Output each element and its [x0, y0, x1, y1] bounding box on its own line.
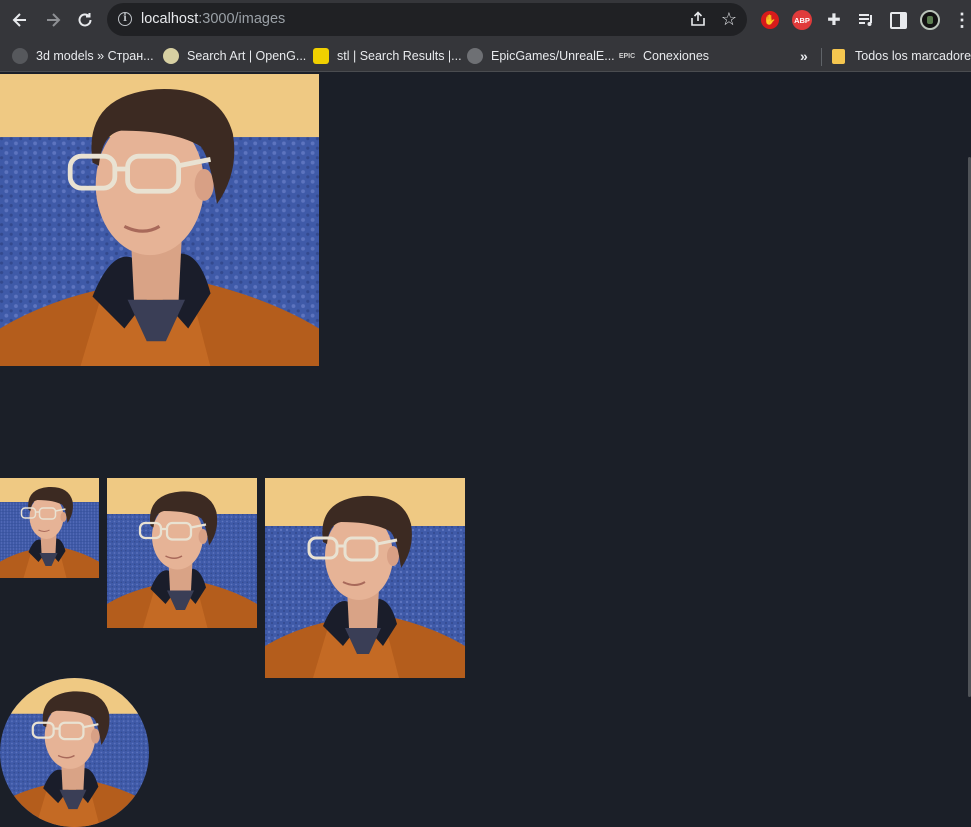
profile-avatar-icon[interactable] [919, 9, 941, 31]
all-bookmarks-folder[interactable]: Todos los marcadores [832, 46, 971, 66]
address-bar[interactable]: i localhost:3000/images ☆ [107, 3, 747, 36]
bookmark-label: Conexiones [643, 49, 710, 63]
epic-games-icon: EPIC [618, 52, 636, 60]
share-icon[interactable] [689, 10, 707, 28]
reload-icon[interactable] [73, 8, 97, 32]
bookmark-epicgames-github[interactable]: EpicGames/UnrealE... [467, 46, 615, 66]
site-info-icon[interactable]: i [118, 12, 132, 26]
menu-kebab-icon[interactable]: ⋮ [951, 9, 971, 31]
stop-hand-extension-icon[interactable]: ✋ [759, 9, 781, 31]
browser-toolbar: i localhost:3000/images ☆ ✋ ABP ✚ ⋮ [0, 0, 971, 40]
bookmark-label: EpicGames/UnrealE... [491, 49, 615, 63]
github-icon [467, 48, 483, 64]
extensions-puzzle-icon[interactable]: ✚ [823, 9, 845, 31]
large-photo [265, 478, 465, 678]
forward-arrow-icon[interactable] [41, 8, 65, 32]
round-photo [0, 678, 149, 827]
bookmarks-bar: 3d models » Стран... Search Art | OpenG.… [0, 40, 971, 72]
url-path: :3000/images [198, 11, 286, 27]
thingiverse-icon [313, 48, 329, 64]
back-arrow-icon[interactable] [8, 8, 32, 32]
bookmark-label: 3d models » Стран... [36, 49, 154, 63]
bookmark-search-art[interactable]: Search Art | OpenG... [163, 46, 306, 66]
medium-photo [107, 478, 257, 628]
bookmark-3d-models[interactable]: 3d models » Стран... [12, 46, 154, 66]
media-control-icon[interactable] [855, 9, 877, 31]
all-bookmarks-label: Todos los marcadores [855, 49, 971, 63]
globe-icon [12, 48, 28, 64]
url-text[interactable]: localhost:3000/images [141, 11, 285, 27]
small-photo [0, 478, 99, 578]
bookmark-stl-search[interactable]: stl | Search Results |... [313, 46, 462, 66]
bookmark-label: Search Art | OpenG... [187, 49, 307, 63]
hero-photo [0, 74, 319, 366]
bookmarks-divider [821, 48, 822, 66]
folder-icon [832, 48, 845, 64]
bookmark-conexiones[interactable]: EPIC Conexiones [619, 46, 709, 66]
adblock-plus-icon[interactable]: ABP [791, 9, 813, 31]
more-bookmarks-chevron-icon[interactable]: » [800, 46, 808, 66]
opengameart-icon [163, 48, 179, 64]
side-panel-icon[interactable] [887, 9, 909, 31]
abp-label: ABP [792, 10, 812, 30]
url-host: localhost [141, 11, 199, 27]
bookmark-star-icon[interactable]: ☆ [721, 8, 737, 30]
bookmark-label: stl | Search Results |... [337, 49, 462, 63]
